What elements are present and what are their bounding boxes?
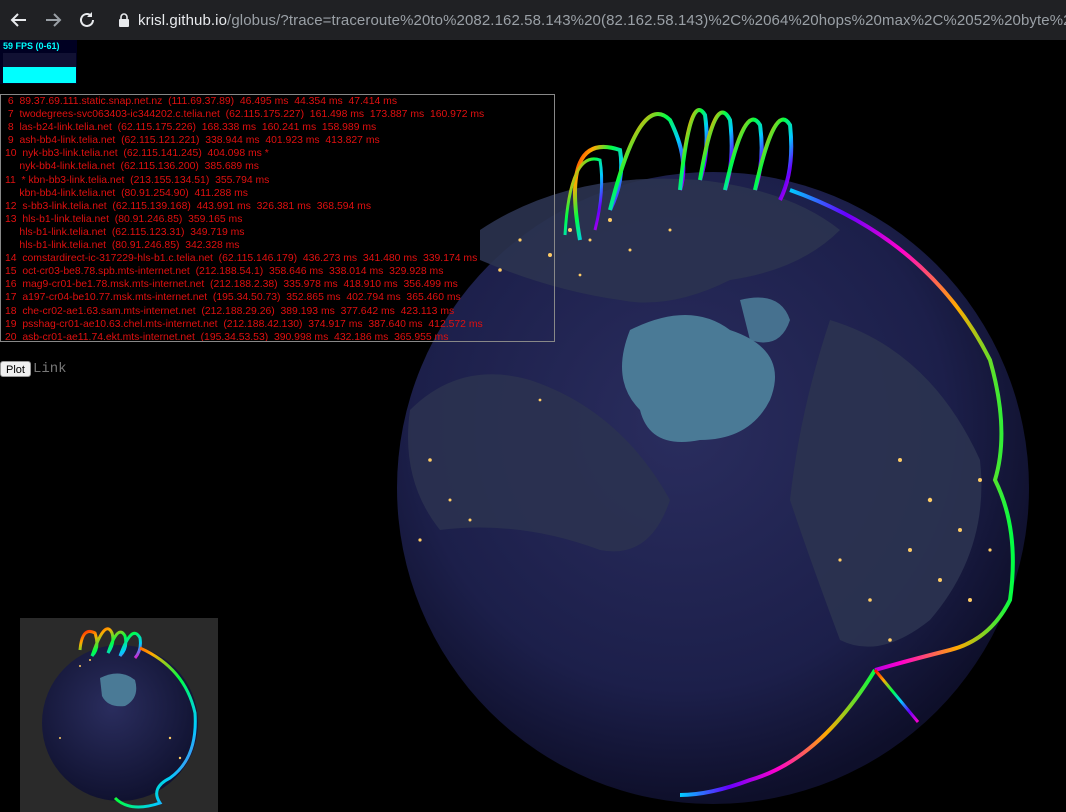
url-host: krisl.github.io [138, 11, 228, 29]
trace-line: 18 che-cr02-ae1.63.sam.mts-internet.net … [5, 305, 455, 317]
back-button[interactable] [4, 5, 34, 35]
trace-line: 15 oct-cr03-be8.78.spb.mts-internet.net … [5, 266, 444, 278]
trace-line: 14 comstardirect-ic-317229-hls-b1.c.teli… [5, 253, 478, 265]
address-bar[interactable]: krisl.github.io/globus/?trace=traceroute… [110, 6, 1066, 34]
trace-line: 6 89.37.69.111.static.snap.net.nz (111.6… [5, 96, 398, 107]
reload-button[interactable] [72, 5, 102, 35]
trace-line: 8 las-b24-link.telia.net (62.115.175.226… [5, 122, 377, 134]
trace-line: hls-b1-link.telia.net (80.91.246.85) 342… [5, 240, 240, 252]
page-content: 59 FPS (0-61) 6 89.37.69.111.static.snap… [0, 40, 1066, 812]
trace-line: 11 * kbn-bb3-link.telia.net (213.155.134… [5, 174, 270, 186]
trace-line: 10 nyk-bb3-link.telia.net (62.115.141.24… [5, 148, 269, 160]
fps-graph [3, 67, 76, 83]
trace-line: 16 mag9-cr01-be1.78.msk.mts-internet.net… [5, 279, 458, 291]
url-path: /globus/?trace=traceroute%20to%2082.162.… [227, 11, 1066, 29]
trace-line: 19 psshag-cr01-ae10.63.chel.mts-internet… [5, 318, 483, 330]
link-text[interactable]: Link [33, 361, 67, 377]
arrow-right-icon [46, 13, 62, 27]
minimap-view[interactable] [20, 618, 218, 812]
fps-graph-background [3, 53, 76, 67]
trace-line: 17 a197-cr04-be10.77.msk.mts-internet.ne… [5, 292, 461, 304]
fps-meter[interactable]: 59 FPS (0-61) [0, 40, 77, 84]
arrow-left-icon [10, 13, 26, 27]
forward-button[interactable] [38, 5, 68, 35]
traceroute-textarea[interactable]: 6 89.37.69.111.static.snap.net.nz (111.6… [0, 94, 555, 342]
minimap-globe [42, 627, 198, 809]
trace-line: 13 hls-b1-link.telia.net (80.91.246.85) … [5, 213, 243, 225]
trace-line: 7 twodegrees-svc063403-ic344202.c.telia.… [5, 109, 485, 121]
plot-button[interactable]: Plot [0, 361, 31, 377]
trace-line: 20 asb-cr01-ae11.74.ekt.mts-internet.net… [5, 331, 449, 342]
browser-toolbar: krisl.github.io/globus/?trace=traceroute… [0, 0, 1066, 40]
trace-line: kbn-bb4-link.telia.net (80.91.254.90) 41… [5, 187, 248, 199]
trace-line: 9 ash-bb4-link.telia.net (62.115.121.221… [5, 135, 380, 147]
url-text: krisl.github.io/globus/?trace=traceroute… [138, 12, 1066, 29]
trace-line: 12 s-bb3-link.telia.net (62.115.139.168)… [5, 200, 372, 212]
lock-icon [118, 13, 130, 27]
plot-controls: Plot Link [0, 361, 67, 377]
fps-label: 59 FPS (0-61) [3, 41, 60, 51]
trace-line: nyk-bb4-link.telia.net (62.115.136.200) … [5, 161, 259, 173]
trace-line: hls-b1-link.telia.net (62.115.123.31) 34… [5, 226, 245, 238]
reload-icon [80, 12, 94, 27]
